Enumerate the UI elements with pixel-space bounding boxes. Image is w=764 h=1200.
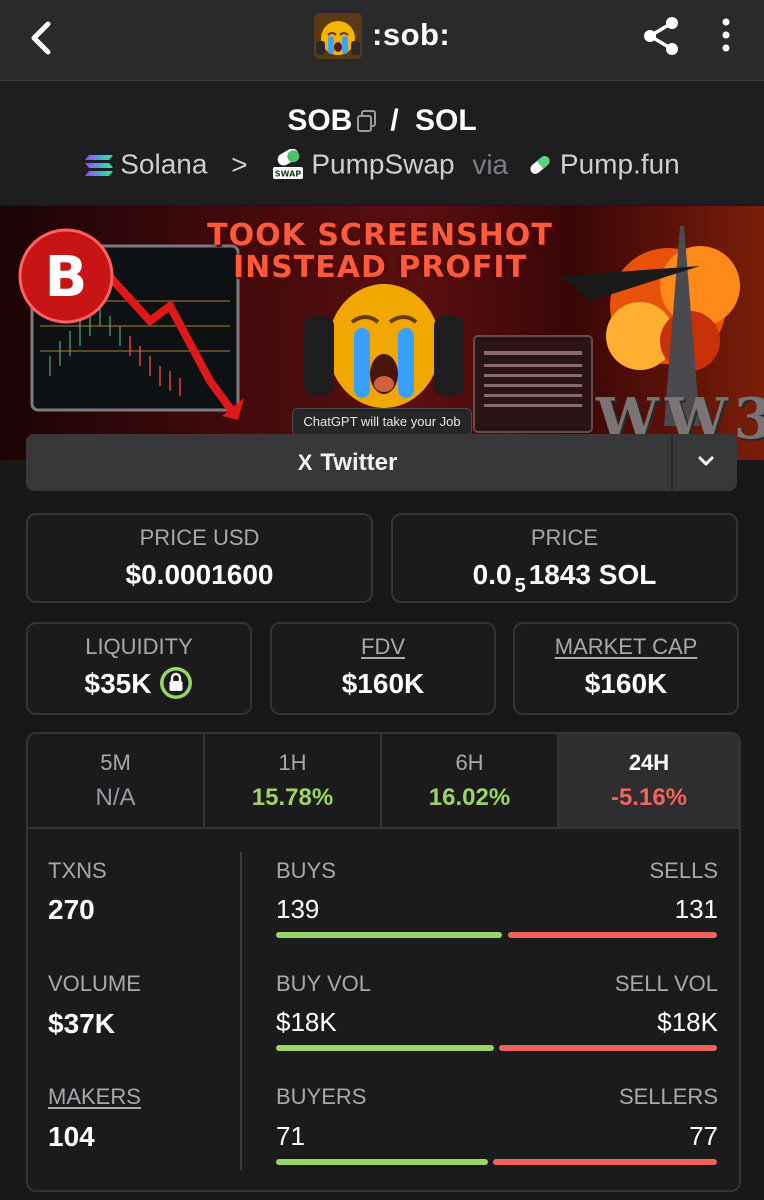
- route-chevron: >: [231, 148, 248, 180]
- tab-6h-label: 6H: [455, 750, 484, 775]
- banner-caption: ChatGPT will take your Job: [292, 408, 472, 436]
- fdv-value: $160K: [341, 668, 425, 699]
- volume-label: VOLUME: [48, 971, 141, 996]
- liquidity-card: LIQUIDITY $35K: [26, 622, 252, 715]
- sellers-label: SELLERS: [618, 1084, 718, 1109]
- more-options-icon[interactable]: [714, 14, 738, 58]
- pumpfun-icon: [530, 155, 550, 174]
- base-symbol: SOB: [287, 104, 353, 138]
- price-usd-value: $0.0001600: [125, 559, 274, 590]
- solana-icon: [85, 154, 114, 176]
- tab-1h-change: 15.78%: [251, 784, 334, 811]
- tab-5m-label: 5M: [100, 750, 131, 775]
- market-cap-value: $160K: [584, 668, 668, 699]
- trading-stats-panel: 5M N/A 1H 15.78% 6H 16.02% 24H -5.16% TX…: [26, 732, 741, 1192]
- twitter-button[interactable]: X Twitter: [26, 434, 669, 491]
- price-native-value: 0.0 5 1843 SOL: [393, 559, 736, 597]
- liquidity-value-row: $35K: [28, 666, 250, 703]
- buyers-bar: [276, 1159, 488, 1165]
- volume-value: $37K: [48, 1008, 115, 1039]
- tab-24h-label: 24H: [628, 750, 670, 775]
- copy-icon[interactable]: [356, 109, 378, 133]
- sell-vol-bar: [499, 1045, 717, 1051]
- tab-6h-change: 16.02%: [428, 784, 511, 811]
- svg-text:SWAP: SWAP: [275, 169, 301, 178]
- liquidity-value: $35K: [84, 668, 152, 699]
- buys-value: 139: [276, 894, 320, 924]
- banner-headline-line1: TOOK SCREENSHOT: [207, 218, 553, 253]
- social-links-bar: X Twitter: [26, 434, 737, 491]
- price-native-digits: 1843 SOL: [528, 559, 657, 590]
- twitter-label: Twitter: [320, 449, 398, 476]
- buy-vol-bar: [276, 1045, 494, 1051]
- token-name: :sob:: [372, 17, 451, 52]
- price-usd-label: PRICE USD: [139, 525, 260, 550]
- sells-label: SELLS: [649, 858, 719, 883]
- buy-vol-label: BUY VOL: [276, 971, 371, 996]
- lock-icon[interactable]: [159, 666, 193, 700]
- chevron-down-icon: [698, 456, 714, 466]
- price-native-card: PRICE 0.0 5 1843 SOL: [391, 513, 738, 603]
- social-dropdown-button[interactable]: [671, 434, 737, 491]
- fdv-card[interactable]: FDV $160K: [270, 622, 496, 715]
- price-native-label: PRICE: [530, 525, 599, 550]
- sell-vol-label: SELL VOL: [614, 971, 718, 996]
- buyers-label: BUYERS: [276, 1084, 367, 1109]
- pair-header: SOB / SOL Solana > SWAP PumpSwap via Pum…: [0, 81, 764, 205]
- launchpad-name[interactable]: Pump.fun: [560, 149, 680, 180]
- tab-24h[interactable]: 24H -5.16%: [559, 734, 739, 827]
- banner-headline-line2: INSTEAD PROFIT: [232, 250, 528, 285]
- quote-symbol: SOL: [415, 104, 477, 138]
- makers-label[interactable]: MAKERS: [48, 1084, 141, 1110]
- pair-title: SOB / SOL: [0, 103, 764, 138]
- sell-vol-value: $18K: [657, 1007, 718, 1037]
- makers-value: 104: [48, 1121, 95, 1152]
- token-avatar: [314, 13, 362, 59]
- tab-6h[interactable]: 6H 16.02%: [382, 734, 559, 827]
- liquidity-label: LIQUIDITY: [85, 634, 193, 659]
- via-label: via: [472, 148, 509, 180]
- market-cap-card[interactable]: MARKET CAP $160K: [513, 622, 739, 715]
- buy-vol-value: $18K: [276, 1007, 337, 1037]
- price-usd-card: PRICE USD $0.0001600: [26, 513, 373, 603]
- buys-label: BUYS: [276, 858, 336, 883]
- tab-1h-label: 1H: [278, 750, 307, 775]
- pair-route: Solana > SWAP PumpSwap via Pump.fun: [0, 147, 764, 181]
- x-logo-icon: X: [297, 450, 313, 475]
- chain-name[interactable]: Solana: [120, 149, 207, 180]
- tab-5m[interactable]: 5M N/A: [28, 734, 205, 827]
- txns-value: 270: [48, 894, 95, 925]
- pumpswap-icon: SWAP: [273, 148, 304, 179]
- tab-5m-change: N/A: [95, 784, 136, 811]
- top-app-bar: :sob:: [0, 0, 764, 81]
- banner-headline: TOOK SCREENSHOT INSTEAD PROFIT: [200, 220, 560, 284]
- price-native-zero-count: 5: [514, 575, 526, 597]
- buyers-value: 71: [276, 1121, 305, 1151]
- timeframe-tabs: 5M N/A 1H 15.78% 6H 16.02% 24H -5.16%: [28, 734, 739, 829]
- fdv-label: FDV: [361, 634, 405, 659]
- txns-label: TXNS: [48, 858, 107, 883]
- dex-name[interactable]: PumpSwap: [311, 149, 454, 180]
- share-icon[interactable]: [640, 14, 682, 58]
- tab-24h-change: -5.16%: [610, 784, 688, 811]
- back-arrow-icon[interactable]: [22, 18, 62, 58]
- price-native-prefix: 0.0: [472, 559, 512, 590]
- sellers-bar: [493, 1159, 717, 1165]
- sellers-value: 77: [689, 1121, 718, 1151]
- buys-bar: [276, 932, 502, 938]
- svg-text:B: B: [45, 245, 88, 310]
- crying-emoji-icon: [314, 13, 362, 59]
- pair-slash: /: [390, 104, 399, 138]
- sells-bar: [508, 932, 717, 938]
- sells-value: 131: [674, 894, 718, 924]
- stats-divider: [240, 852, 242, 1170]
- market-cap-label: MARKET CAP: [554, 634, 698, 659]
- tab-1h[interactable]: 1H 15.78%: [205, 734, 382, 827]
